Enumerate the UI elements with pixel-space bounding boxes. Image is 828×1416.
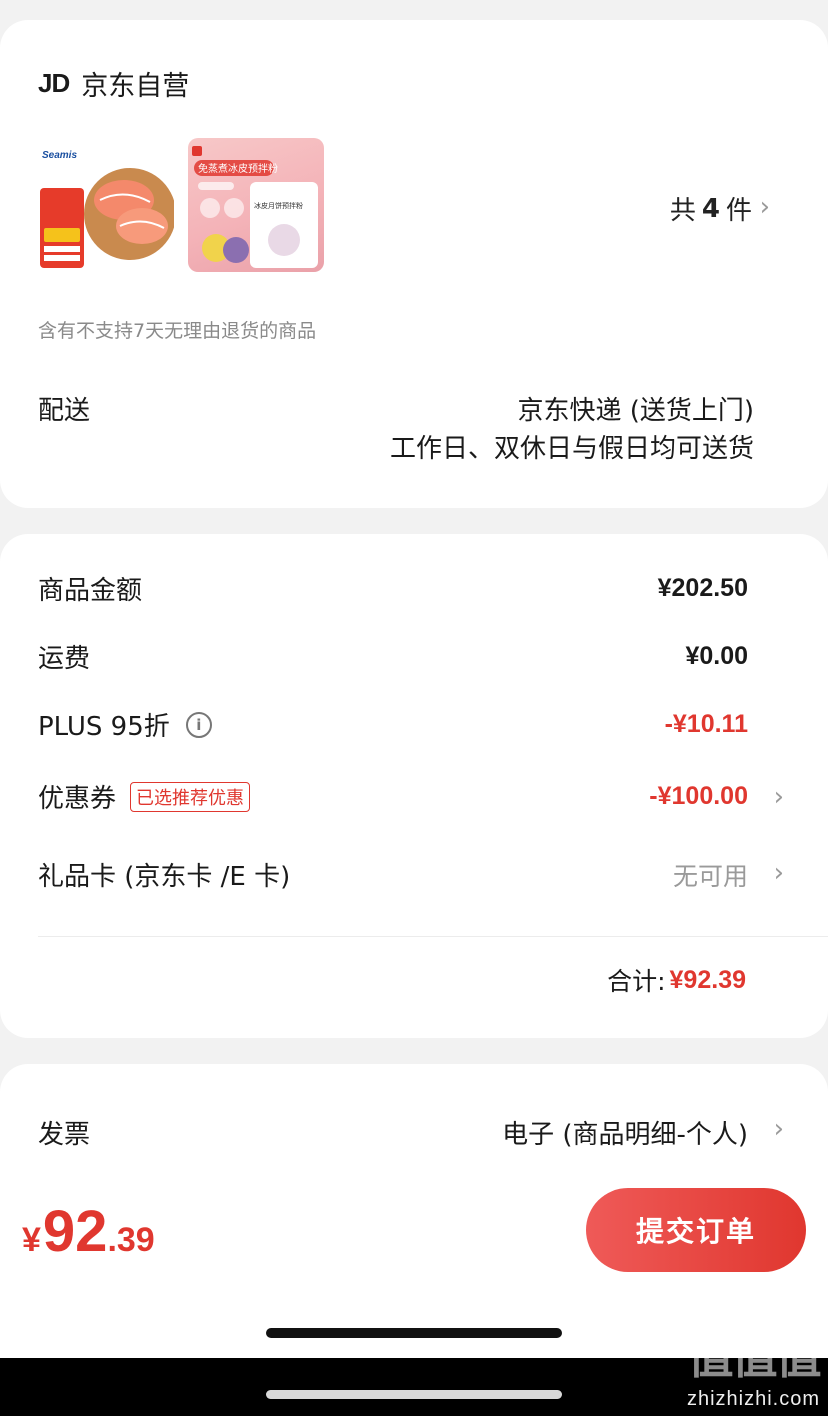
salmon-product-image: Seamis — [38, 138, 174, 272]
svg-text:Seamis: Seamis — [42, 150, 77, 161]
price-decimal: .39 — [107, 1221, 155, 1259]
info-icon[interactable]: i — [185, 711, 212, 738]
chevron-right-icon[interactable]: › — [760, 192, 770, 222]
goods-amount-row: 商品金额 ¥202.50 — [38, 570, 748, 607]
plus-discount-row: PLUS 95折 i -¥10.11 — [38, 706, 748, 743]
chevron-right-icon[interactable]: › — [774, 1114, 784, 1144]
delivery-method: 京东快递 (送货上门) — [517, 396, 754, 426]
checkout-bar: ¥ 92 .39 提交订单 — [0, 1178, 828, 1286]
svg-text:冰皮月饼预拌粉: 冰皮月饼预拌粉 — [254, 201, 303, 210]
store-header: JD 京东自营 — [38, 64, 189, 103]
coupon-value: -¥100.00 — [649, 782, 748, 810]
count-prefix: 共 — [669, 196, 696, 226]
chevron-right-icon[interactable]: › — [774, 782, 784, 812]
plus-discount-value: -¥10.11 — [664, 710, 748, 738]
price-integer: 92 — [42, 1199, 108, 1264]
shipping-fee-label: 运费 — [38, 644, 91, 674]
total-label: 合计: — [607, 967, 666, 996]
home-indicator-secondary[interactable] — [266, 1390, 562, 1399]
watermark-site: zhizhizhi.com — [686, 1388, 820, 1410]
goods-amount-label: 商品金额 — [38, 576, 143, 606]
shipping-fee-value: ¥0.00 — [685, 642, 748, 670]
invoice-value: 电子 (商品明细-个人) — [502, 1120, 748, 1150]
goods-amount-value: ¥202.50 — [657, 574, 748, 602]
delivery-schedule: 工作日、双休日与假日均可送货 — [389, 434, 754, 464]
price-currency: ¥ — [22, 1221, 41, 1259]
coupon-label: 优惠券 — [38, 784, 117, 814]
divider — [38, 936, 828, 937]
coupon-row[interactable]: 优惠券 已选推荐优惠 -¥100.00 — [38, 778, 748, 815]
coupon-recommended-tag: 已选推荐优惠 — [130, 781, 251, 812]
plus-discount-label: PLUS 95折 — [38, 712, 170, 742]
snowskin-mooncake-mix-image: 免蒸煮冰皮预拌粉 冰皮月饼预拌粉 — [192, 146, 318, 268]
count-suffix: 件 — [725, 196, 752, 226]
watermark: 值值值 zhizhizhi.com — [686, 1331, 822, 1411]
order-items-card: JD 京东自营 Seamis 免蒸煮冰皮预拌粉 冰皮月饼预拌粉 共 4 件 › … — [0, 20, 828, 508]
count-number: 4 — [701, 193, 720, 224]
payable-price: ¥ 92 .39 — [22, 1198, 155, 1265]
home-indicator[interactable] — [266, 1328, 562, 1338]
gift-card-label: 礼品卡 (京东卡 /E 卡) — [38, 862, 291, 892]
price-breakdown-card: 商品金额 ¥202.50 运费 ¥0.00 PLUS 95折 i -¥10.11… — [0, 534, 828, 1038]
svg-text:免蒸煮冰皮预拌粉: 免蒸煮冰皮预拌粉 — [198, 162, 278, 175]
return-policy-note: 含有不支持7天无理由退货的商品 — [38, 320, 317, 342]
delivery-label: 配送 — [38, 396, 91, 426]
invoice-label: 发票 — [38, 1120, 91, 1150]
product-thumbnail-mooncake-mix[interactable]: 免蒸煮冰皮预拌粉 冰皮月饼预拌粉 — [188, 138, 324, 272]
shipping-fee-row: 运费 ¥0.00 — [38, 638, 748, 675]
total-value: ¥92.39 — [669, 965, 746, 994]
gift-card-value: 无可用 — [672, 861, 748, 891]
jd-logo: JD — [38, 68, 70, 98]
total-row: 合计: ¥92.39 — [607, 962, 746, 998]
gift-card-row[interactable]: 礼品卡 (京东卡 /E 卡) 无可用 — [38, 856, 748, 893]
watermark-mark: 值值值 — [687, 1331, 821, 1383]
item-count[interactable]: 共 4 件 — [670, 190, 752, 227]
store-name: 京东自营 — [81, 71, 190, 102]
submit-order-button[interactable]: 提交订单 — [586, 1188, 806, 1272]
product-thumbnail-salmon[interactable]: Seamis — [38, 138, 174, 272]
chevron-right-icon[interactable]: › — [774, 858, 784, 888]
